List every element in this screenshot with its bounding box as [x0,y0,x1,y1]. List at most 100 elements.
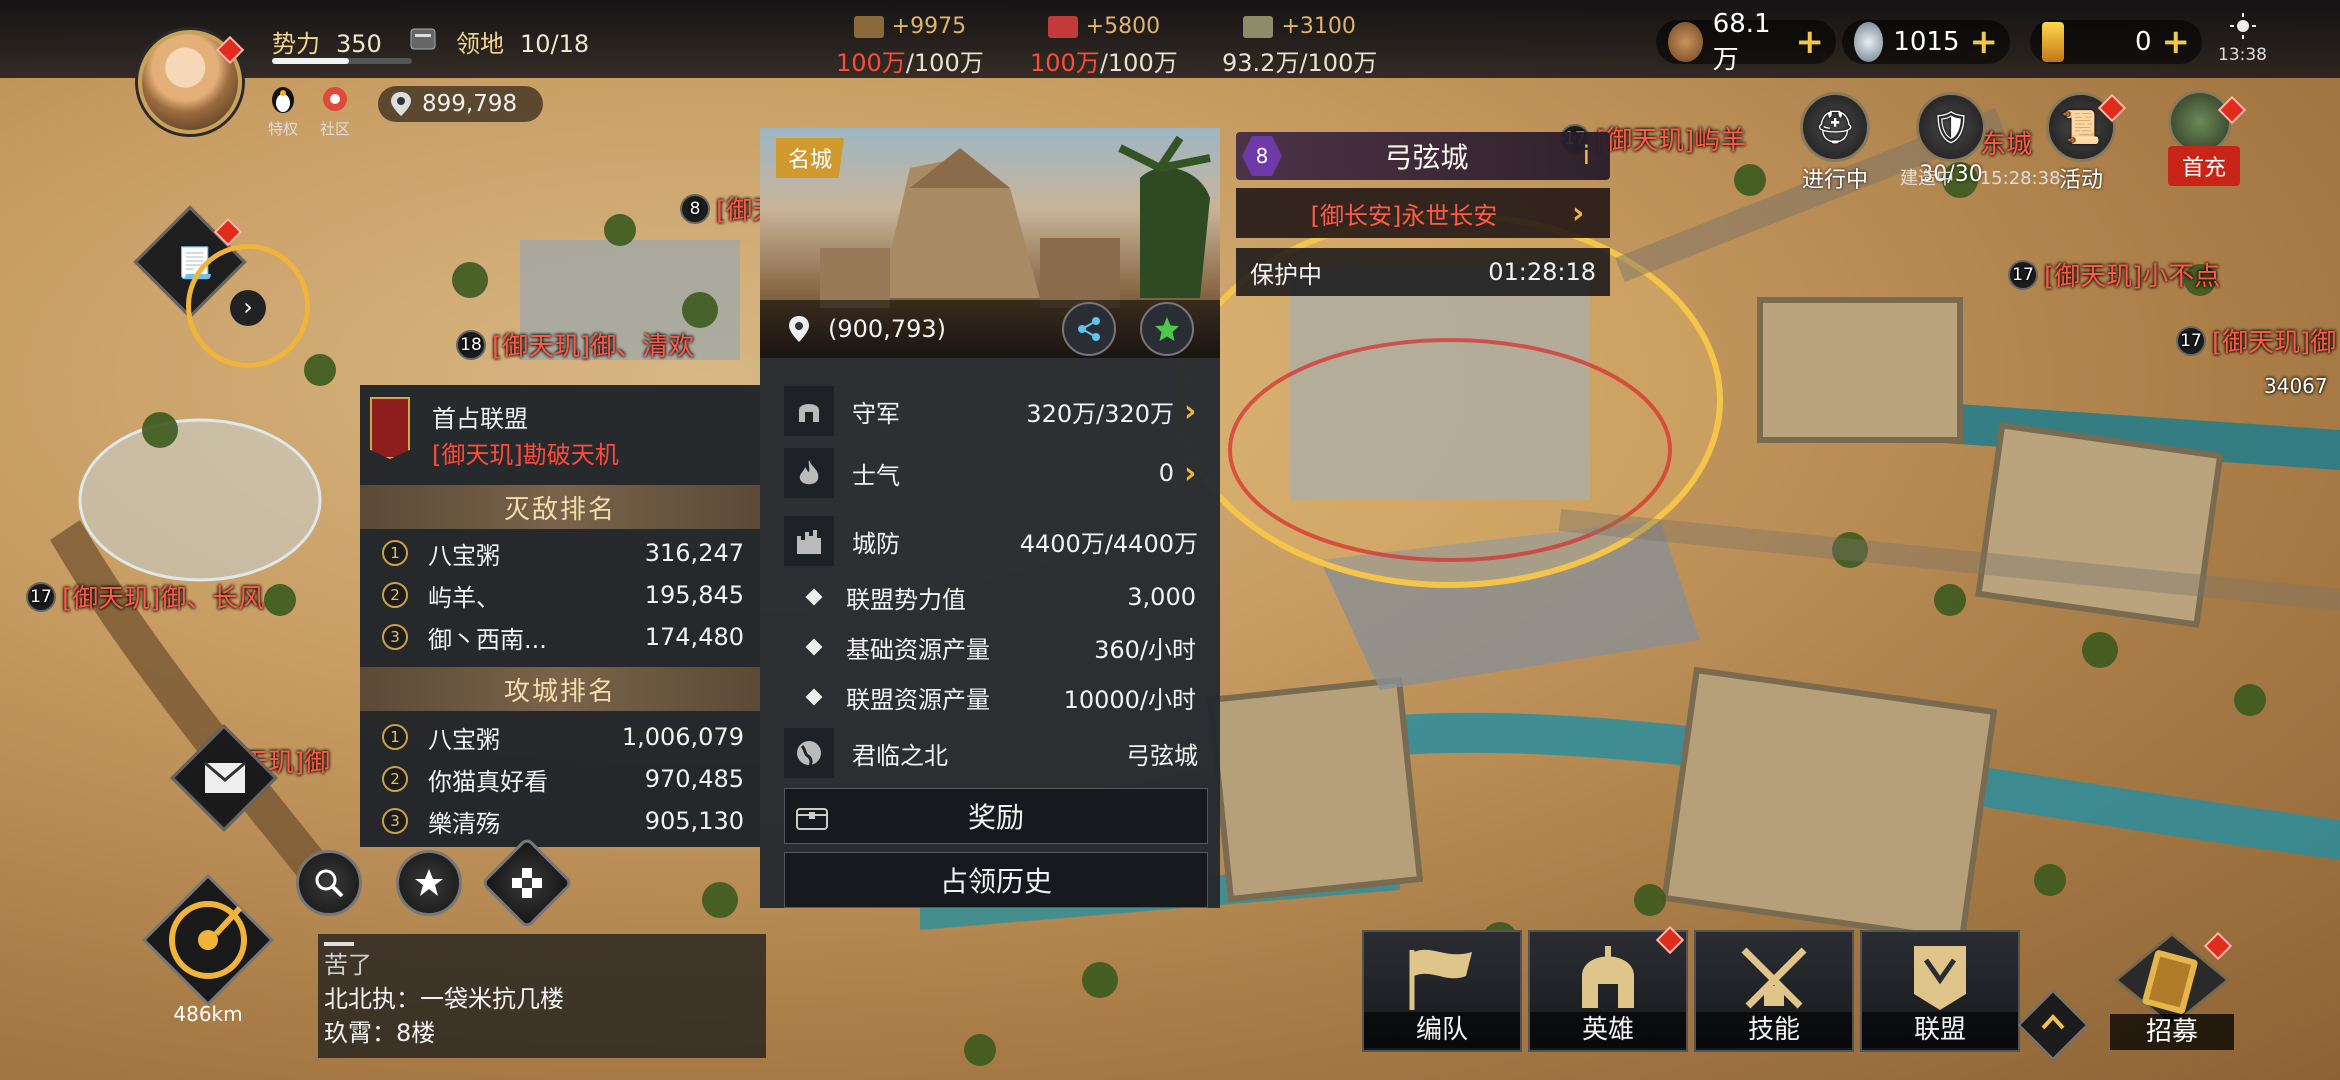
add-copper-button[interactable]: + [1796,22,1825,62]
gold-bar-icon [2042,22,2064,62]
garrison-row[interactable]: 守军 320万/320万 › [784,382,1208,440]
currency-gold[interactable]: 0 + [2030,20,2202,64]
search-icon [315,869,344,898]
resource-grain[interactable]: +3100 93.2万/100万 [1222,14,1377,78]
chat-message: 北北执：一袋米抗几楼 [324,985,564,1013]
alliance-power-row: 联盟势力值 3,000 [784,572,1208,622]
rank-row[interactable]: 1 八宝粥 316,247 [360,533,760,573]
grain-icon [1243,15,1274,38]
favorite-button[interactable] [1140,302,1194,356]
add-silver-button[interactable]: + [1970,22,1999,62]
alliance-flag-icon [370,397,410,459]
kill-rank-header: 灭敌排名 [360,485,760,529]
formation-button[interactable]: 编队 [1362,930,1522,1052]
region-row: 君临之北 弓弦城 [784,724,1208,782]
map-label[interactable]: 17 [御天玑]御、长风 [26,578,264,615]
map-label[interactable]: 17 [御天玑]小不点 [2008,256,2220,293]
hero-portrait-icon [2168,90,2232,154]
power-stat[interactable]: 势力 350 [272,24,382,59]
location-pin-icon [391,92,411,116]
first-occupy-label: 首占联盟 [432,405,528,433]
occupy-history-button[interactable]: 占领历史 [784,852,1208,908]
resource-wood[interactable]: +9975 100万/100万 [836,14,984,78]
diamond-bullet-icon [805,688,823,706]
map-label[interactable]: 18 [御天玑]御、清欢 [456,326,694,363]
chevron-right-icon: › [1572,195,1585,231]
sun-icon [2229,13,2256,39]
chevron-right-icon: › [1184,455,1197,491]
defense-row: 城防 4400万/4400万 [784,512,1208,570]
star-icon [415,869,443,896]
rank-row[interactable]: 1 八宝粥 1,006,079 [360,717,760,757]
rank-row[interactable]: 2 屿羊、 195,845 [360,575,760,615]
iron-icon [1047,15,1078,38]
chat-message: 苦了 [324,951,372,979]
map-label[interactable]: 东城 [1980,124,2032,161]
info-icon[interactable]: i [1583,141,1590,171]
rank-row[interactable]: 3 樂清殇 905,130 [360,801,760,841]
reward-button[interactable]: 奖励 [784,788,1208,844]
alliance-resource-row: 联盟资源产量 10000/小时 [784,672,1208,722]
viking-helmet-icon: ⛑ [1800,92,1870,162]
morale-row[interactable]: 士气 0 › [784,444,1208,502]
chat-box[interactable]: 苦了 北北执：一袋米抗几楼 玖霄：8楼 [318,934,766,1058]
card-icon[interactable] [410,28,436,50]
build-timer: 建造中 15:28:38 [1900,168,2061,189]
city-name-bar[interactable]: 8 弓弦城 i [1236,132,1610,180]
community-button[interactable]: 社区 [320,84,350,139]
currency-silver[interactable]: 1015 + [1842,20,2010,64]
share-icon [1078,317,1100,341]
alliance-button[interactable]: 联盟 [1860,930,2020,1052]
in-progress-button[interactable]: ⛑ 进行中 [1800,92,1870,194]
chat-message: 玖霄：8楼 [324,1019,436,1047]
map-label[interactable]: 17 [御天玑]御 [2176,322,2336,359]
resource-iron[interactable]: +5800 100万/100万 [1030,14,1178,78]
grid-icon [512,868,542,898]
chevron-right-icon: › [1184,393,1197,429]
siege-rank-header: 攻城排名 [360,667,760,711]
rank-row[interactable]: 2 你猫真好看 970,485 [360,759,760,799]
star-icon [1155,317,1179,341]
compass-distance: 486km [173,1002,243,1026]
base-resource-row: 基础资源产量 360/小时 [784,622,1208,672]
chevron-up-icon [2041,1014,2065,1030]
flag-icon [1409,949,1472,1010]
helmet-icon [784,386,834,436]
first-occupy-alliance[interactable]: [御天玑]勘破天机 [432,435,619,470]
city-level-badge: 8 [1242,136,1282,176]
community-icon [323,87,347,111]
first-charge-avatar[interactable] [2168,90,2232,154]
silver-coin-icon [1854,22,1884,62]
rank-row[interactable]: 3 御丶西南... 174,480 [360,617,760,657]
power-progress-bar [272,58,412,64]
copper-coin-icon [1668,22,1703,62]
shield-icon: 🛡 [1916,92,1986,162]
protection-status: 保护中 01:28:18 [1236,248,1610,296]
city-owner-bar[interactable]: [御长安]永世长安 › [1236,188,1610,238]
penguin-icon [272,87,294,113]
chest-icon [796,808,828,830]
location-pin-icon [789,316,809,342]
clock: 13:38 [2218,12,2267,65]
skills-button[interactable]: 技能 [1694,930,1854,1052]
territory-stat[interactable]: 领地 10/18 [456,24,589,59]
search-button[interactable] [296,850,362,916]
city-name: 弓弦城 [1384,141,1469,174]
add-gold-button[interactable]: + [2162,22,2191,62]
expand-arrow-button[interactable]: › [230,290,266,326]
banner-icon [1914,946,1966,1010]
chat-indicator [324,942,354,946]
diamond-bullet-icon [805,588,823,606]
wood-icon [853,15,884,38]
diamond-bullet-icon [805,638,823,656]
position-pill[interactable]: 899,798 [378,86,543,122]
favorites-button[interactable] [396,850,462,916]
helmet-icon [1582,946,1634,1008]
map-label: 34067 [2264,374,2328,398]
first-charge-button[interactable]: 首充 [2168,146,2240,186]
currency-copper[interactable]: 68.1万 + [1656,9,1836,75]
globe-icon [784,728,834,778]
privilege-button[interactable]: 特权 [268,84,298,139]
alliance-ranking-panel: 首占联盟 [御天玑]勘破天机 灭敌排名 1 八宝粥 316,247 2 屿羊、 … [360,385,760,847]
share-button[interactable] [1062,302,1116,356]
